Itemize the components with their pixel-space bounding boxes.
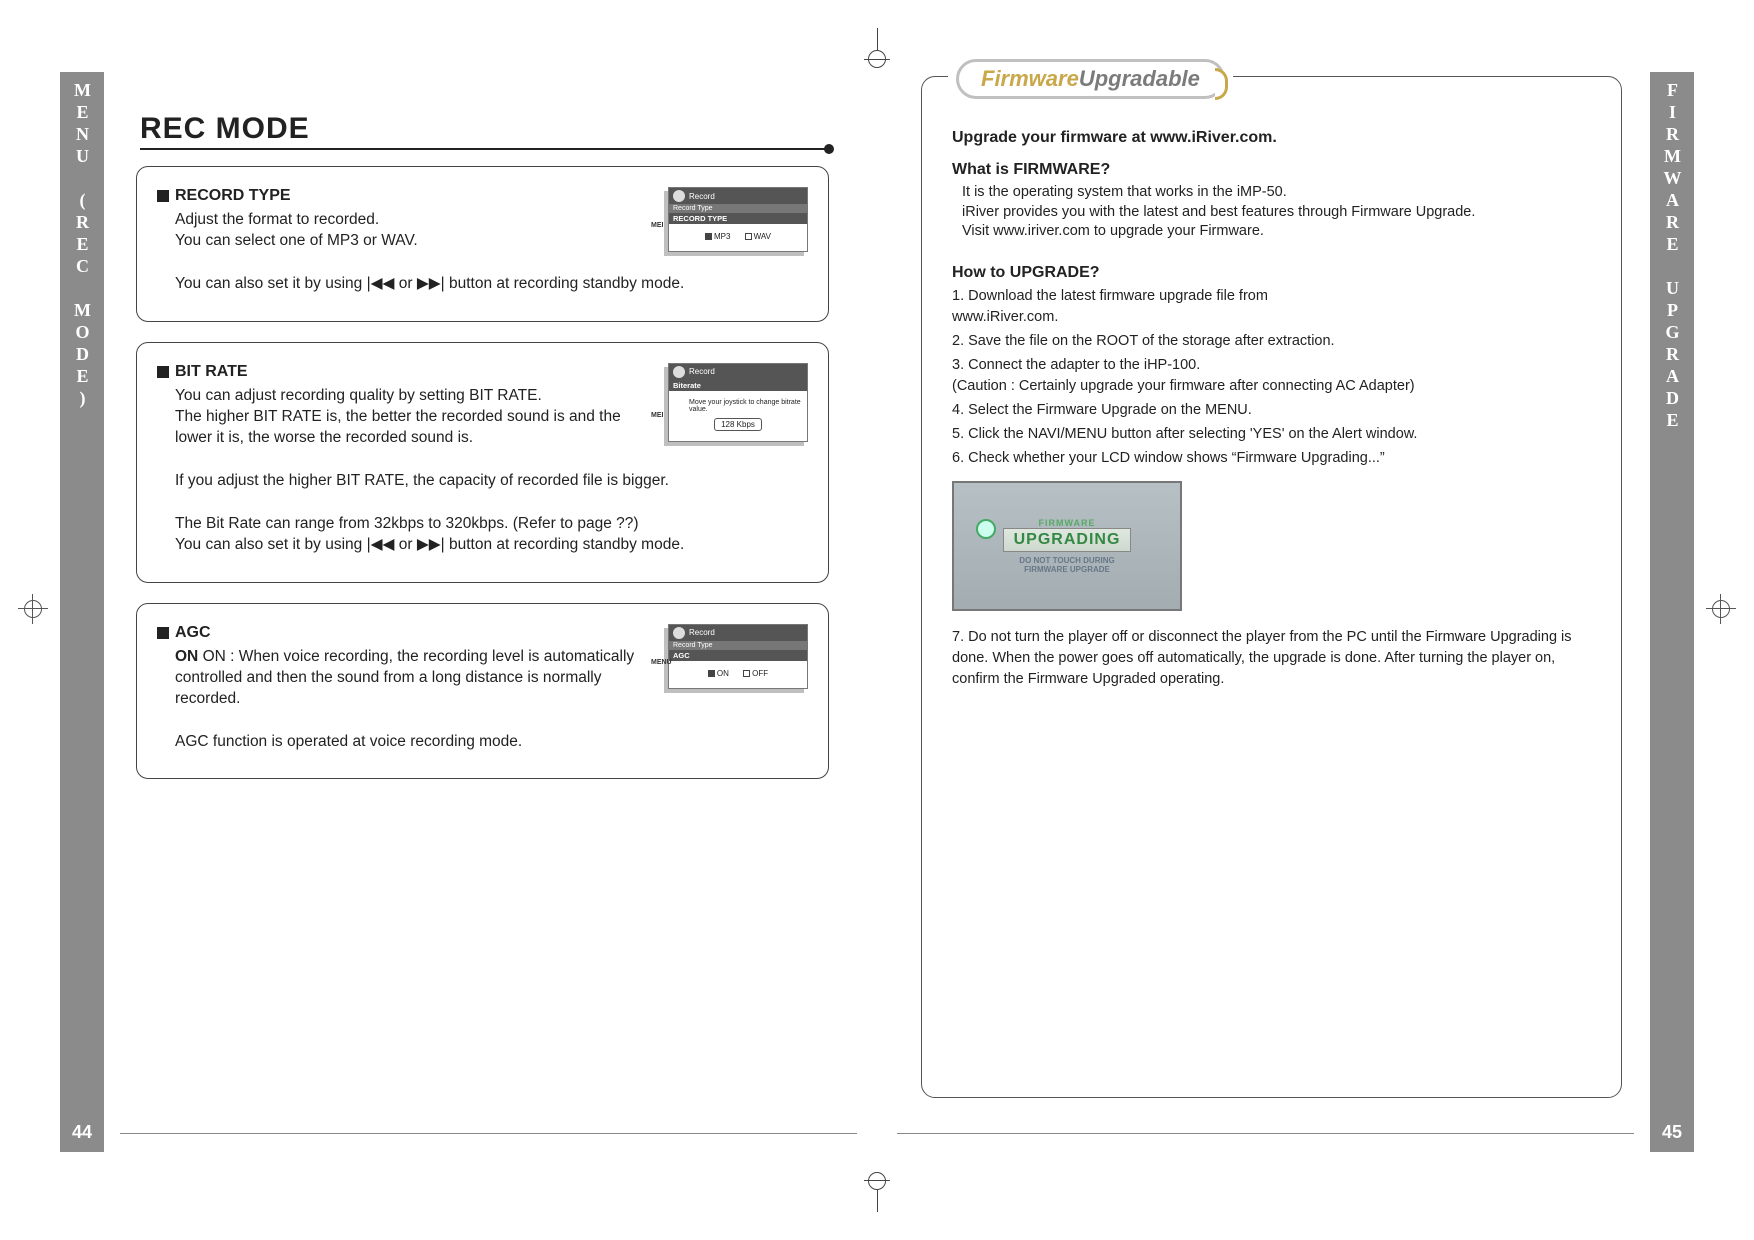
registration-mark-right bbox=[1712, 600, 1730, 618]
badge-word2: Upgradable bbox=[1079, 66, 1200, 91]
page-number-right: 45 bbox=[1650, 1112, 1694, 1152]
section-bit-rate: MEI Record Biterate Move your joystick t… bbox=[136, 342, 829, 583]
lcd-option: MP3 bbox=[705, 232, 730, 241]
crop-cross-bottom bbox=[864, 1180, 890, 1181]
lcd-bar: AGC bbox=[669, 650, 807, 661]
footer-rule-right bbox=[897, 1133, 1634, 1134]
firmware-badge: FirmwareUpgradable bbox=[948, 59, 1233, 99]
main-title: REC MODE bbox=[140, 112, 833, 146]
upgrade-lcd-illustration: FIRMWARE UPGRADING DO NOT TOUCH DURING F… bbox=[952, 481, 1182, 611]
step-item: 3. Connect the adapter to the iHP-100. (… bbox=[952, 355, 1591, 397]
section-title: RECORD TYPE bbox=[157, 187, 808, 205]
lcd-option: ON bbox=[708, 669, 729, 678]
what-body: It is the operating system that works in… bbox=[962, 183, 1591, 242]
page-spread: MENU (REC MODE) 44 REC MODE MEI Record R… bbox=[60, 72, 1694, 1152]
intro-line: Upgrade your firmware at www.iRiver.com. bbox=[952, 129, 1591, 147]
lcd-side-label: MENU bbox=[651, 659, 672, 666]
lcd-hint: Move your joystick to change bitrate val… bbox=[675, 399, 801, 414]
lcd-side-label: MEI bbox=[651, 412, 663, 419]
badge-word1: Firmware bbox=[981, 66, 1079, 91]
lcd-side-label: MEI bbox=[651, 222, 663, 229]
page-left: MENU (REC MODE) 44 REC MODE MEI Record R… bbox=[60, 72, 857, 1152]
lcd-sub: Record Type bbox=[669, 641, 807, 650]
step-item: 5. Click the NAVI/MENU button after sele… bbox=[952, 424, 1591, 445]
footer-rule-left bbox=[120, 1133, 857, 1134]
lcd-bar: RECORD TYPE bbox=[669, 213, 807, 224]
what-title: What is FIRMWARE? bbox=[952, 161, 1591, 179]
section-agc: MENU Record Record Type AGC ON OFF AGC O… bbox=[136, 603, 829, 780]
upgrade-line2: UPGRADING bbox=[1003, 528, 1132, 552]
step-item: 1. Download the latest firmware upgrade … bbox=[952, 286, 1591, 328]
step-7: 7. Do not turn the player off or disconn… bbox=[952, 627, 1591, 690]
step-item: 6. Check whether your LCD window shows “… bbox=[952, 448, 1591, 469]
page-right: FIRMWARE UPGRADE 45 FirmwareUpgradable U… bbox=[897, 72, 1694, 1152]
globe-icon bbox=[976, 519, 996, 539]
side-tab-right: FIRMWARE UPGRADE bbox=[1650, 72, 1694, 1152]
crop-circle-bottom bbox=[868, 1172, 886, 1190]
lcd-option: OFF bbox=[743, 669, 768, 678]
content-right: FirmwareUpgradable Upgrade your firmware… bbox=[921, 76, 1622, 1098]
steps-list: 1. Download the latest firmware upgrade … bbox=[952, 286, 1591, 469]
title-rule bbox=[140, 148, 833, 150]
lcd-sub: Record Type bbox=[669, 204, 807, 213]
lcd-chip: 128 Kbps bbox=[714, 418, 762, 431]
how-title: How to UPGRADE? bbox=[952, 264, 1591, 282]
lcd-bar: Biterate bbox=[669, 380, 807, 391]
page-number-left: 44 bbox=[60, 1112, 104, 1152]
upgrade-line1: FIRMWARE bbox=[1039, 518, 1096, 528]
section-record-type: MEI Record Record Type RECORD TYPE MP3 W… bbox=[136, 166, 829, 322]
registration-mark-left bbox=[24, 600, 42, 618]
upgrade-line3: DO NOT TOUCH DURING bbox=[1019, 556, 1114, 565]
lcd-option: WAV bbox=[745, 232, 771, 241]
step-item: 4. Select the Firmware Upgrade on the ME… bbox=[952, 400, 1591, 421]
section-title: AGC bbox=[157, 624, 808, 642]
content-left: REC MODE MEI Record Record Type RECORD T… bbox=[132, 72, 833, 1112]
side-tab-left: MENU (REC MODE) bbox=[60, 72, 104, 1152]
upgrade-line4: FIRMWARE UPGRADE bbox=[1024, 565, 1110, 574]
crop-cross-top bbox=[864, 59, 890, 60]
step-item: 2. Save the file on the ROOT of the stor… bbox=[952, 331, 1591, 352]
section-title: BIT RATE bbox=[157, 363, 808, 381]
